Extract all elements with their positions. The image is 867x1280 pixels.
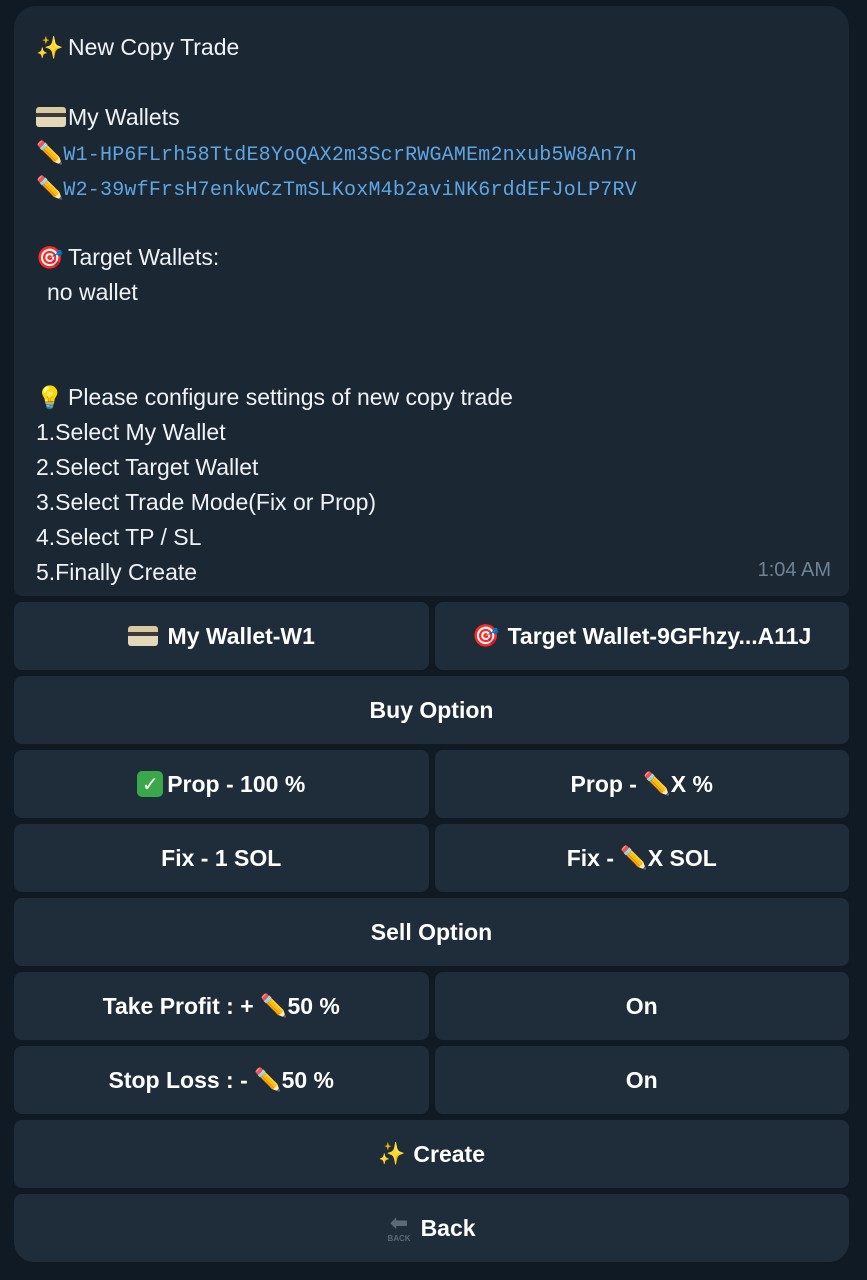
- fix-x-prefix: Fix -: [566, 844, 621, 871]
- create-label: Create: [413, 1140, 485, 1167]
- pencil-icon: ✏️: [36, 141, 64, 166]
- stop-loss-toggle[interactable]: On: [434, 1046, 849, 1114]
- back-arrow-icon: ⬅ BACK: [387, 1211, 411, 1243]
- back-button[interactable]: ⬅ BACK Back: [14, 1194, 849, 1262]
- pencil-icon: ✏️: [643, 771, 671, 797]
- pencil-icon: ✏️: [260, 993, 288, 1019]
- wallet-line-w2[interactable]: ✏️W2-39wfFrsH7enkwCzTmSLKoxM4b2aviNK6rdd…: [36, 170, 827, 205]
- pencil-icon: ✏️: [620, 845, 648, 871]
- buy-option-label: Buy Option: [369, 696, 494, 723]
- create-button[interactable]: ✨ Create: [14, 1120, 849, 1188]
- wallet-address[interactable]: 39wfFrsH7enkwCzTmSLKoxM4b2aviNK6rddEFJoL…: [100, 179, 637, 202]
- targets-value: no wallet: [47, 279, 138, 305]
- step-item: 4.Select TP / SL: [36, 524, 202, 550]
- sparkles-icon: ✨: [377, 1141, 406, 1167]
- message-timestamp: 1:04 AM: [757, 559, 831, 581]
- prop-100-label: Prop - 100 %: [167, 770, 306, 797]
- buy-option-button[interactable]: Buy Option: [14, 676, 849, 744]
- fix-1-label: Fix - 1 SOL: [161, 844, 282, 871]
- message-title: New Copy Trade: [68, 34, 240, 60]
- take-profit-button[interactable]: Take Profit : + ✏️ 50 %: [14, 972, 429, 1040]
- chat-view: ✨ New Copy Trade My Wallets ✏️W1-HP6FLrh5…: [0, 0, 867, 1280]
- take-profit-prefix: Take Profit : +: [102, 992, 261, 1019]
- my-wallet-label: My Wallet-W1: [167, 622, 315, 649]
- step-item: 2.Select Target Wallet: [36, 454, 259, 480]
- wallet-label: W1-: [63, 144, 101, 167]
- fix-x-suffix: X SOL: [647, 844, 717, 871]
- take-profit-state: On: [625, 992, 658, 1019]
- wallet-address[interactable]: HP6FLrh58TtdE8YoQAX2m3ScrRWGAMEm2nxub5W8…: [100, 144, 637, 167]
- sell-option-button[interactable]: Sell Option: [14, 898, 849, 966]
- prop-x-suffix: X %: [670, 770, 713, 797]
- check-mark-icon: ✓: [137, 771, 164, 797]
- inline-keyboard: My Wallet-W1 🎯 Target Wallet-9GFhzy...A11…: [14, 602, 849, 1268]
- sparkles-icon: ✨: [36, 36, 64, 61]
- back-label: Back: [420, 1214, 476, 1241]
- credit-card-icon: [36, 101, 68, 136]
- stop-loss-prefix: Stop Loss : -: [108, 1066, 255, 1093]
- targets-header-line: 🎯 Target Wallets:: [36, 240, 827, 275]
- pencil-icon: ✏️: [36, 176, 64, 201]
- take-profit-value: 50 %: [287, 992, 340, 1019]
- stop-loss-button[interactable]: Stop Loss : - ✏️ 50 %: [14, 1046, 429, 1114]
- target-wallet-label: Target Wallet-9GFhzy...A11J: [507, 622, 812, 649]
- step-item: 3.Select Trade Mode(Fix or Prop): [36, 489, 377, 515]
- pencil-icon: ✏️: [254, 1067, 282, 1093]
- my-wallet-button[interactable]: My Wallet-W1: [14, 602, 429, 670]
- prop-100-button[interactable]: ✓ Prop - 100 %: [14, 750, 429, 818]
- credit-card-icon: [127, 626, 158, 646]
- stop-loss-state: On: [625, 1066, 658, 1093]
- prop-x-prefix: Prop -: [570, 770, 644, 797]
- direct-hit-icon: 🎯: [472, 623, 500, 649]
- wallet-label: W2-: [63, 179, 101, 202]
- direct-hit-icon: 🎯: [36, 246, 64, 271]
- step-item: 1.Select My Wallet: [36, 419, 226, 445]
- target-wallet-button[interactable]: 🎯 Target Wallet-9GFhzy...A11J: [434, 602, 849, 670]
- prop-x-button[interactable]: Prop - ✏️ X %: [434, 750, 849, 818]
- step-item: 5.Finally Create: [36, 559, 198, 585]
- fix-1-sol-button[interactable]: Fix - 1 SOL: [14, 824, 429, 892]
- fix-x-sol-button[interactable]: Fix - ✏️ X SOL: [434, 824, 849, 892]
- take-profit-toggle[interactable]: On: [434, 972, 849, 1040]
- tip-line: 💡 Please configure settings of new copy t…: [36, 380, 827, 415]
- stop-loss-value: 50 %: [281, 1066, 334, 1093]
- wallets-header-line: My Wallets: [36, 100, 827, 135]
- wallet-line-w1[interactable]: ✏️W1-HP6FLrh58TtdE8YoQAX2m3ScrRWGAMEm2nx…: [36, 135, 827, 170]
- message-bubble: ✨ New Copy Trade My Wallets ✏️W1-HP6FLrh5…: [14, 6, 849, 596]
- tip-text: Please configure settings of new copy tr…: [68, 384, 513, 410]
- light-bulb-icon: 💡: [36, 386, 64, 411]
- targets-header: Target Wallets:: [68, 244, 220, 270]
- wallets-header: My Wallets: [68, 104, 180, 130]
- message-title-line: ✨ New Copy Trade: [36, 30, 827, 65]
- sell-option-label: Sell Option: [370, 918, 493, 945]
